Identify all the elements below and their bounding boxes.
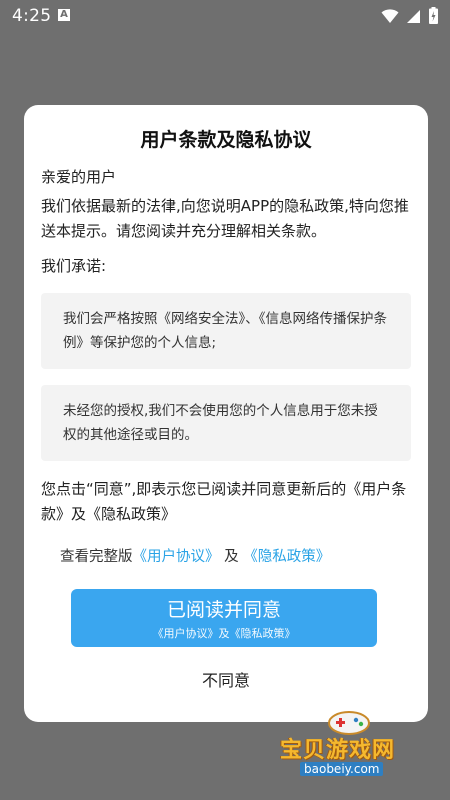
agree-button[interactable]: 已阅读并同意 《用户协议》及《隐私政策》 [71, 589, 377, 647]
promise-card: 未经您的授权,我们不会使用您的个人信息用于您未授权的其他途径或目的。 [41, 385, 411, 461]
battery-icon [429, 7, 438, 24]
system-icons [381, 7, 438, 24]
notification-icon: A [58, 9, 70, 21]
privacy-policy-link[interactable]: 《隐私政策》 [243, 549, 330, 565]
dialog-title: 用户条款及隐私协议 [140, 129, 312, 151]
watermark-title: 宝贝游戏网 [280, 738, 396, 763]
privacy-dialog: 用户条款及隐私协议 亲爱的用户 我们依据最新的法律,向您说明APP的隐私政策,特… [24, 105, 428, 722]
site-watermark: 宝贝游戏网 baobeiy.com [278, 708, 428, 784]
full-agreement-links: 查看完整版《用户协议》 及 《隐私政策》 [60, 545, 330, 566]
disagree-button[interactable]: 不同意 [24, 667, 428, 691]
consent-notice: 您点击“同意”,即表示您已阅读并同意更新后的《用户条款》及《隐私政策》 [41, 480, 407, 523]
promise-card: 我们会严格按照《网络安全法》、《信息网络传播保护条例》等保护您的个人信息; [41, 293, 411, 369]
greeting-text: 亲爱的用户 [41, 168, 117, 186]
signal-icon [407, 9, 420, 23]
view-full-prefix: 查看完整版 [60, 549, 133, 565]
promise-heading: 我们承诺: [41, 257, 107, 275]
agree-button-subtitle: 《用户协议》及《隐私政策》 [152, 627, 296, 640]
and-text: 及 [224, 549, 239, 565]
status-bar: 4:25 A [0, 0, 450, 32]
watermark-url: baobeiy.com [300, 762, 384, 776]
user-agreement-link[interactable]: 《用户协议》 [133, 549, 220, 565]
status-time: 4:25 [12, 6, 52, 26]
wifi-icon [381, 8, 399, 23]
agree-button-label: 已阅读并同意 [166, 599, 281, 621]
intro-text: 我们依据最新的法律,向您说明APP的隐私政策,特向您推送本提示。请您阅读并充分理… [41, 197, 409, 240]
